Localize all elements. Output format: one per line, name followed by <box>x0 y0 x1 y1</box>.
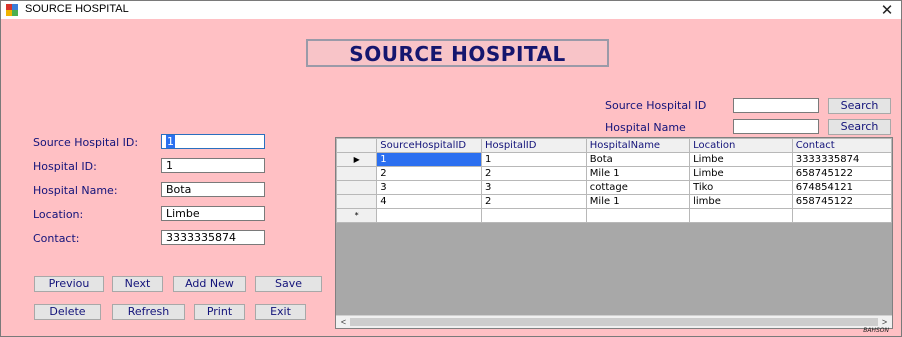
contact-label: Contact: <box>33 232 80 245</box>
data-grid[interactable]: SourceHospitalID HospitalID HospitalName… <box>335 137 893 329</box>
table-cell[interactable]: Bota <box>585 152 691 167</box>
table-cell[interactable] <box>480 208 587 223</box>
add-new-button[interactable]: Add New <box>173 276 246 292</box>
table-cell[interactable]: 4 <box>376 194 482 209</box>
hospital-name-input[interactable]: Bota <box>161 182 265 197</box>
page-title-banner: SOURCE HOSPITAL <box>306 39 609 67</box>
table-cell[interactable]: 2 <box>480 194 587 209</box>
scroll-left-icon[interactable]: < <box>337 316 350 328</box>
refresh-button[interactable]: Refresh <box>112 304 185 320</box>
table-cell[interactable]: Limbe <box>689 166 793 181</box>
next-button[interactable]: Next <box>112 276 163 292</box>
search-hospital-button[interactable]: Search <box>828 119 891 135</box>
table-cell[interactable]: limbe <box>689 194 793 209</box>
page-title: SOURCE HOSPITAL <box>349 42 566 66</box>
hospital-id-input[interactable]: 1 <box>161 158 265 173</box>
table-cell[interactable]: cottage <box>585 180 691 195</box>
table-cell[interactable]: Mile 1 <box>585 166 691 181</box>
search-source-input[interactable] <box>733 98 819 113</box>
table-cell[interactable]: 674854121 <box>791 180 892 195</box>
table-cell[interactable]: Tiko <box>689 180 793 195</box>
close-icon[interactable]: ✕ <box>879 1 895 19</box>
table-cell[interactable]: 3333335874 <box>791 152 892 167</box>
table-row[interactable]: 3 3 cottage Tiko 674854121 <box>336 180 892 195</box>
row-header[interactable] <box>336 166 378 181</box>
table-cell[interactable] <box>791 208 892 223</box>
source-id-value: 1 <box>166 135 175 148</box>
location-input[interactable]: Limbe <box>161 206 265 221</box>
table-cell[interactable]: 3 <box>480 180 587 195</box>
column-header[interactable]: Contact <box>791 138 892 153</box>
window-title: SOURCE HOSPITAL <box>25 3 129 15</box>
table-cell[interactable]: 2 <box>376 166 482 181</box>
search-source-button[interactable]: Search <box>828 98 891 114</box>
save-button[interactable]: Save <box>255 276 322 292</box>
table-cell[interactable] <box>689 208 793 223</box>
delete-button[interactable]: Delete <box>34 304 101 320</box>
search-hospital-input[interactable] <box>733 119 819 134</box>
exit-button[interactable]: Exit <box>255 304 306 320</box>
column-header[interactable]: SourceHospitalID <box>376 138 482 153</box>
new-row[interactable]: * <box>336 208 892 223</box>
table-cell[interactable]: 2 <box>480 166 587 181</box>
table-cell[interactable] <box>376 208 482 223</box>
table-row[interactable]: ▶ 1 1 Bota Limbe 3333335874 <box>336 152 892 167</box>
previous-button[interactable]: Previou <box>34 276 104 292</box>
table-row[interactable]: 2 2 Mile 1 Limbe 658745122 <box>336 166 892 181</box>
grid-header-row: SourceHospitalID HospitalID HospitalName… <box>336 138 892 153</box>
watermark: BAHSON <box>863 327 889 334</box>
horizontal-scrollbar[interactable]: < > <box>336 315 892 328</box>
source-hospital-window: SOURCE HOSPITAL ✕ SOURCE HOSPITAL Source… <box>0 0 902 337</box>
table-cell[interactable] <box>585 208 691 223</box>
scroll-thumb[interactable] <box>350 318 878 326</box>
column-header[interactable]: Location <box>689 138 793 153</box>
print-button[interactable]: Print <box>194 304 245 320</box>
column-header[interactable]: HospitalName <box>585 138 691 153</box>
row-header[interactable] <box>336 180 378 195</box>
search-hospital-label: Hospital Name <box>605 121 686 134</box>
row-header-corner <box>336 138 378 153</box>
row-header[interactable] <box>336 194 378 209</box>
table-cell[interactable]: 3 <box>376 180 482 195</box>
hospital-id-label: Hospital ID: <box>33 160 97 173</box>
data-grid-table: SourceHospitalID HospitalID HospitalName… <box>336 138 892 223</box>
new-row-indicator: * <box>336 208 378 223</box>
current-row-indicator: ▶ <box>336 152 378 167</box>
table-cell[interactable]: 658745122 <box>791 194 892 209</box>
source-id-input[interactable]: 1 <box>161 134 265 149</box>
table-cell[interactable]: 1 <box>480 152 587 167</box>
table-cell[interactable]: 1 <box>376 152 482 167</box>
hospital-name-label: Hospital Name: <box>33 184 118 197</box>
table-cell[interactable]: Limbe <box>689 152 793 167</box>
location-label: Location: <box>33 208 84 221</box>
source-id-label: Source Hospital ID: <box>33 136 139 149</box>
contact-input[interactable]: 3333335874 <box>161 230 265 245</box>
table-cell[interactable]: 658745122 <box>791 166 892 181</box>
app-icon <box>6 4 18 16</box>
table-cell[interactable]: Mile 1 <box>585 194 691 209</box>
search-source-label: Source Hospital ID <box>605 99 707 112</box>
column-header[interactable]: HospitalID <box>480 138 587 153</box>
table-row[interactable]: 4 2 Mile 1 limbe 658745122 <box>336 194 892 209</box>
title-bar: SOURCE HOSPITAL ✕ <box>1 1 901 19</box>
